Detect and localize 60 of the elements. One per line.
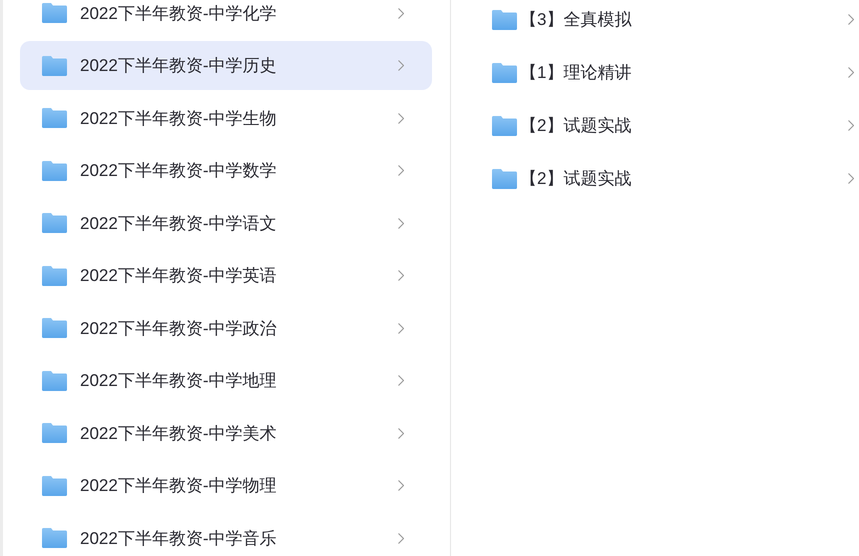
folder-item[interactable]: 2022下半年教资-中学语文 — [20, 198, 432, 248]
folder-name: 2022下半年教资-中学历史 — [80, 55, 278, 77]
chevron-right-icon — [848, 120, 854, 131]
folder-icon — [42, 370, 67, 391]
folder-name: 2022下半年教资-中学数学 — [80, 160, 278, 182]
folder-item[interactable]: 2022下半年教资-中学物理 — [20, 461, 432, 510]
chevron-right-icon — [398, 218, 404, 229]
folder-icon — [42, 108, 67, 128]
folder-name: 2022下半年教资-中学语文 — [80, 212, 278, 234]
folder-icon — [42, 423, 67, 444]
folder-item[interactable]: 2022下半年教资-中学历史 — [20, 41, 432, 90]
chevron-right-icon — [398, 112, 404, 124]
folder-icon — [42, 3, 67, 24]
folder-icon — [42, 318, 67, 338]
folder-name: 【2】试题实战 — [520, 114, 632, 137]
chevron-right-icon — [398, 375, 404, 386]
folder-name: 【1】理论精讲 — [520, 62, 632, 84]
folder-icon — [42, 528, 67, 548]
folder-icon — [492, 10, 517, 30]
chevron-right-icon — [398, 270, 404, 282]
folder-name: 2022下半年教资-中学物理 — [80, 475, 278, 497]
chevron-right-icon — [398, 165, 404, 176]
folder-name: 2022下半年教资-中学地理 — [80, 370, 278, 392]
folder-name: 2022下半年教资-中学生物 — [80, 108, 278, 130]
folder-item[interactable]: 2022下半年教资-中学地理 — [20, 356, 432, 406]
folder-name: 2022下半年教资-中学音乐 — [80, 528, 278, 550]
folder-icon — [492, 168, 517, 188]
chevron-right-icon — [398, 532, 404, 544]
folder-name: 2022下半年教资-中学英语 — [80, 265, 278, 287]
folder-item[interactable]: 2022下半年教资-中学生物 — [20, 94, 432, 143]
folder-item[interactable]: 【1】理论精讲 — [451, 46, 859, 99]
folder-item[interactable]: 【3】全真模拟 — [451, 0, 859, 46]
folder-name: 2022下半年教资-中学化学 — [80, 2, 278, 24]
folder-item[interactable]: 2022下半年教资-中学数学 — [20, 146, 432, 196]
chevron-right-icon — [848, 67, 854, 78]
chevron-right-icon — [398, 322, 404, 334]
chevron-right-icon — [398, 480, 404, 492]
chevron-right-icon — [848, 14, 854, 25]
chevron-right-icon — [398, 428, 404, 439]
folder-item[interactable]: 2022下半年教资-中学音乐 — [20, 514, 432, 556]
folder-item[interactable]: 2022下半年教资-中学美术 — [20, 408, 432, 458]
folder-icon — [42, 160, 67, 181]
folder-icon — [42, 266, 67, 286]
folder-name: 2022下半年教资-中学美术 — [80, 422, 278, 444]
folder-item[interactable]: 【2】试题实战 — [451, 99, 859, 152]
folder-item[interactable]: 2022下半年教资-中学英语 — [20, 251, 432, 300]
folder-icon — [42, 476, 67, 496]
folder-item[interactable]: 【2】试题实战 — [451, 152, 859, 205]
folder-name: 【2】试题实战 — [520, 168, 632, 190]
folder-name: 【3】全真模拟 — [520, 8, 632, 31]
folder-item[interactable]: 2022下半年教资-中学政治 — [20, 304, 432, 353]
folder-icon — [42, 213, 67, 234]
folder-name: 2022下半年教资-中学政治 — [80, 318, 278, 340]
chevron-right-icon — [398, 60, 404, 72]
chevron-right-icon — [398, 8, 404, 19]
folder-item[interactable]: 2022下半年教资-中学化学 — [20, 0, 432, 38]
folder-icon — [492, 116, 517, 136]
chevron-right-icon — [848, 173, 854, 184]
folder-icon — [492, 62, 517, 82]
folder-icon — [42, 56, 67, 76]
